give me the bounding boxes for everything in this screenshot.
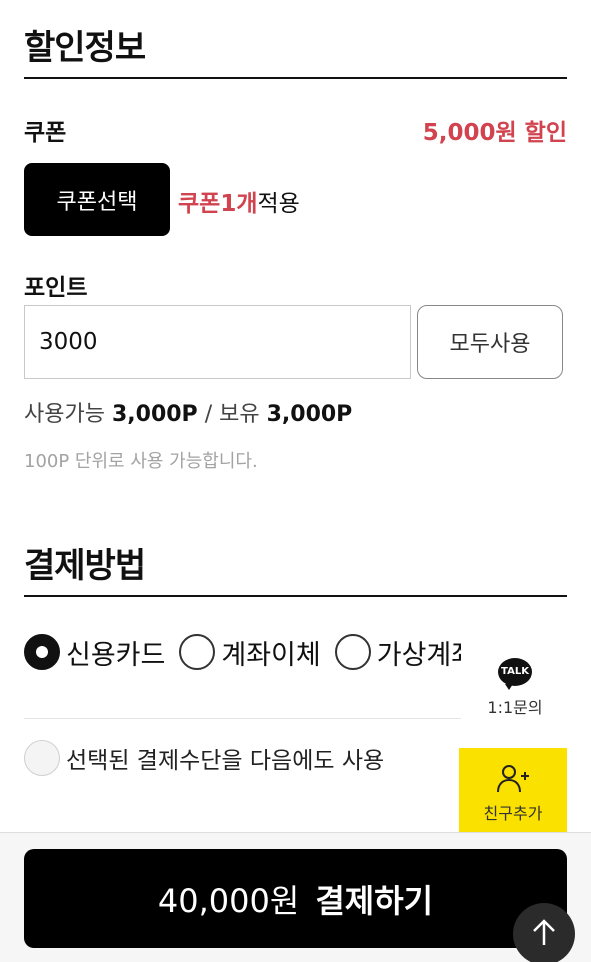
coupon-label: 쿠폰 (24, 120, 67, 146)
payment-option-label: 계좌이체 (221, 639, 321, 671)
discount-section-title: 할인정보 (24, 28, 146, 68)
payment-method-options: 신용카드 계좌이체 가상계좌 (24, 630, 461, 674)
payment-option-label: 가상계좌 (376, 639, 461, 671)
owned-prefix: 보유 (219, 402, 260, 427)
payment-option-bank-transfer[interactable]: 계좌이체 (179, 633, 321, 672)
point-input[interactable] (24, 305, 411, 379)
point-label: 포인트 (24, 275, 88, 301)
available-points-value: 3,000P (111, 402, 198, 427)
payment-section-divider (24, 595, 567, 597)
radio-unselected-icon[interactable] (334, 634, 371, 670)
save-method-checkbox[interactable] (24, 740, 60, 776)
add-person-icon (497, 765, 529, 793)
add-friend-button[interactable]: 친구추가 (459, 748, 567, 834)
options-divider (24, 718, 461, 719)
owned-points-value: 3,000P (266, 402, 353, 427)
payment-option-credit-card[interactable]: 신용카드 (24, 633, 165, 672)
payment-option-virtual-account[interactable]: 가상계좌 (334, 633, 461, 672)
talk-inquiry-button[interactable]: TALK 1:1문의 (486, 658, 544, 718)
coupon-applied-status: 쿠폰1개적용 (178, 184, 300, 218)
discount-section-divider (24, 77, 567, 79)
coupon-select-button[interactable]: 쿠폰선택 (24, 163, 170, 236)
coupon-applied-count: 쿠폰1개 (178, 191, 258, 217)
points-separator: / (204, 402, 213, 427)
save-payment-method-toggle[interactable]: 선택된 결제수단을 다음에도 사용 (24, 740, 384, 776)
available-prefix: 사용가능 (24, 402, 105, 427)
save-method-label: 선택된 결제수단을 다음에도 사용 (66, 748, 385, 774)
radio-unselected-icon[interactable] (179, 634, 216, 670)
radio-selected-icon[interactable] (24, 634, 60, 670)
coupon-discount-amount: 5,000원 할인 (422, 120, 567, 146)
point-unit-note: 100P 단위로 사용 가능합니다. (24, 451, 258, 472)
payment-option-label: 신용카드 (66, 639, 166, 671)
checkout-button[interactable]: 40,000원 결제하기 (24, 849, 567, 948)
use-all-points-button[interactable]: 모두사용 (417, 305, 563, 379)
checkout-amount: 40,000원 (157, 881, 300, 920)
checkout-label: 결제하기 (315, 881, 434, 920)
add-friend-label: 친구추가 (483, 804, 543, 823)
scroll-to-top-button[interactable] (513, 903, 575, 962)
coupon-applied-suffix: 적용 (257, 191, 300, 217)
talk-bubble-icon: TALK (498, 658, 532, 690)
talk-inquiry-label: 1:1문의 (487, 698, 543, 717)
point-availability: 사용가능 3,000P / 보유 3,000P (24, 396, 352, 428)
arrow-up-icon (533, 919, 555, 945)
payment-section-title: 결제방법 (24, 546, 146, 586)
